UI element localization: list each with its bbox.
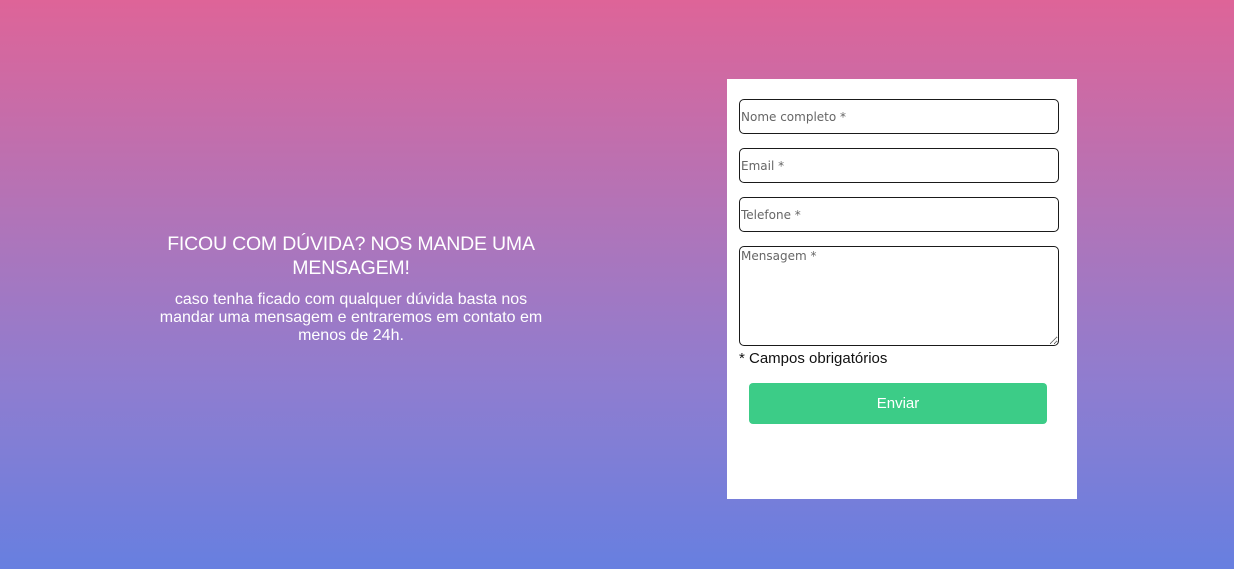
required-fields-note: * Campos obrigatórios (739, 350, 888, 367)
intro-description: caso tenha ficado com qualquer dúvida ba… (159, 291, 543, 344)
email-input[interactable] (739, 148, 1059, 183)
contact-form: * Campos obrigatórios Enviar (727, 79, 1077, 499)
phone-input[interactable] (739, 197, 1059, 232)
intro-section: FICOU COM DÚVIDA? NOS MANDE UMA MENSAGEM… (155, 232, 547, 345)
message-textarea[interactable] (739, 246, 1059, 346)
submit-button[interactable]: Enviar (749, 383, 1047, 424)
intro-title: FICOU COM DÚVIDA? NOS MANDE UMA MENSAGEM… (167, 233, 535, 279)
name-input[interactable] (739, 99, 1059, 134)
